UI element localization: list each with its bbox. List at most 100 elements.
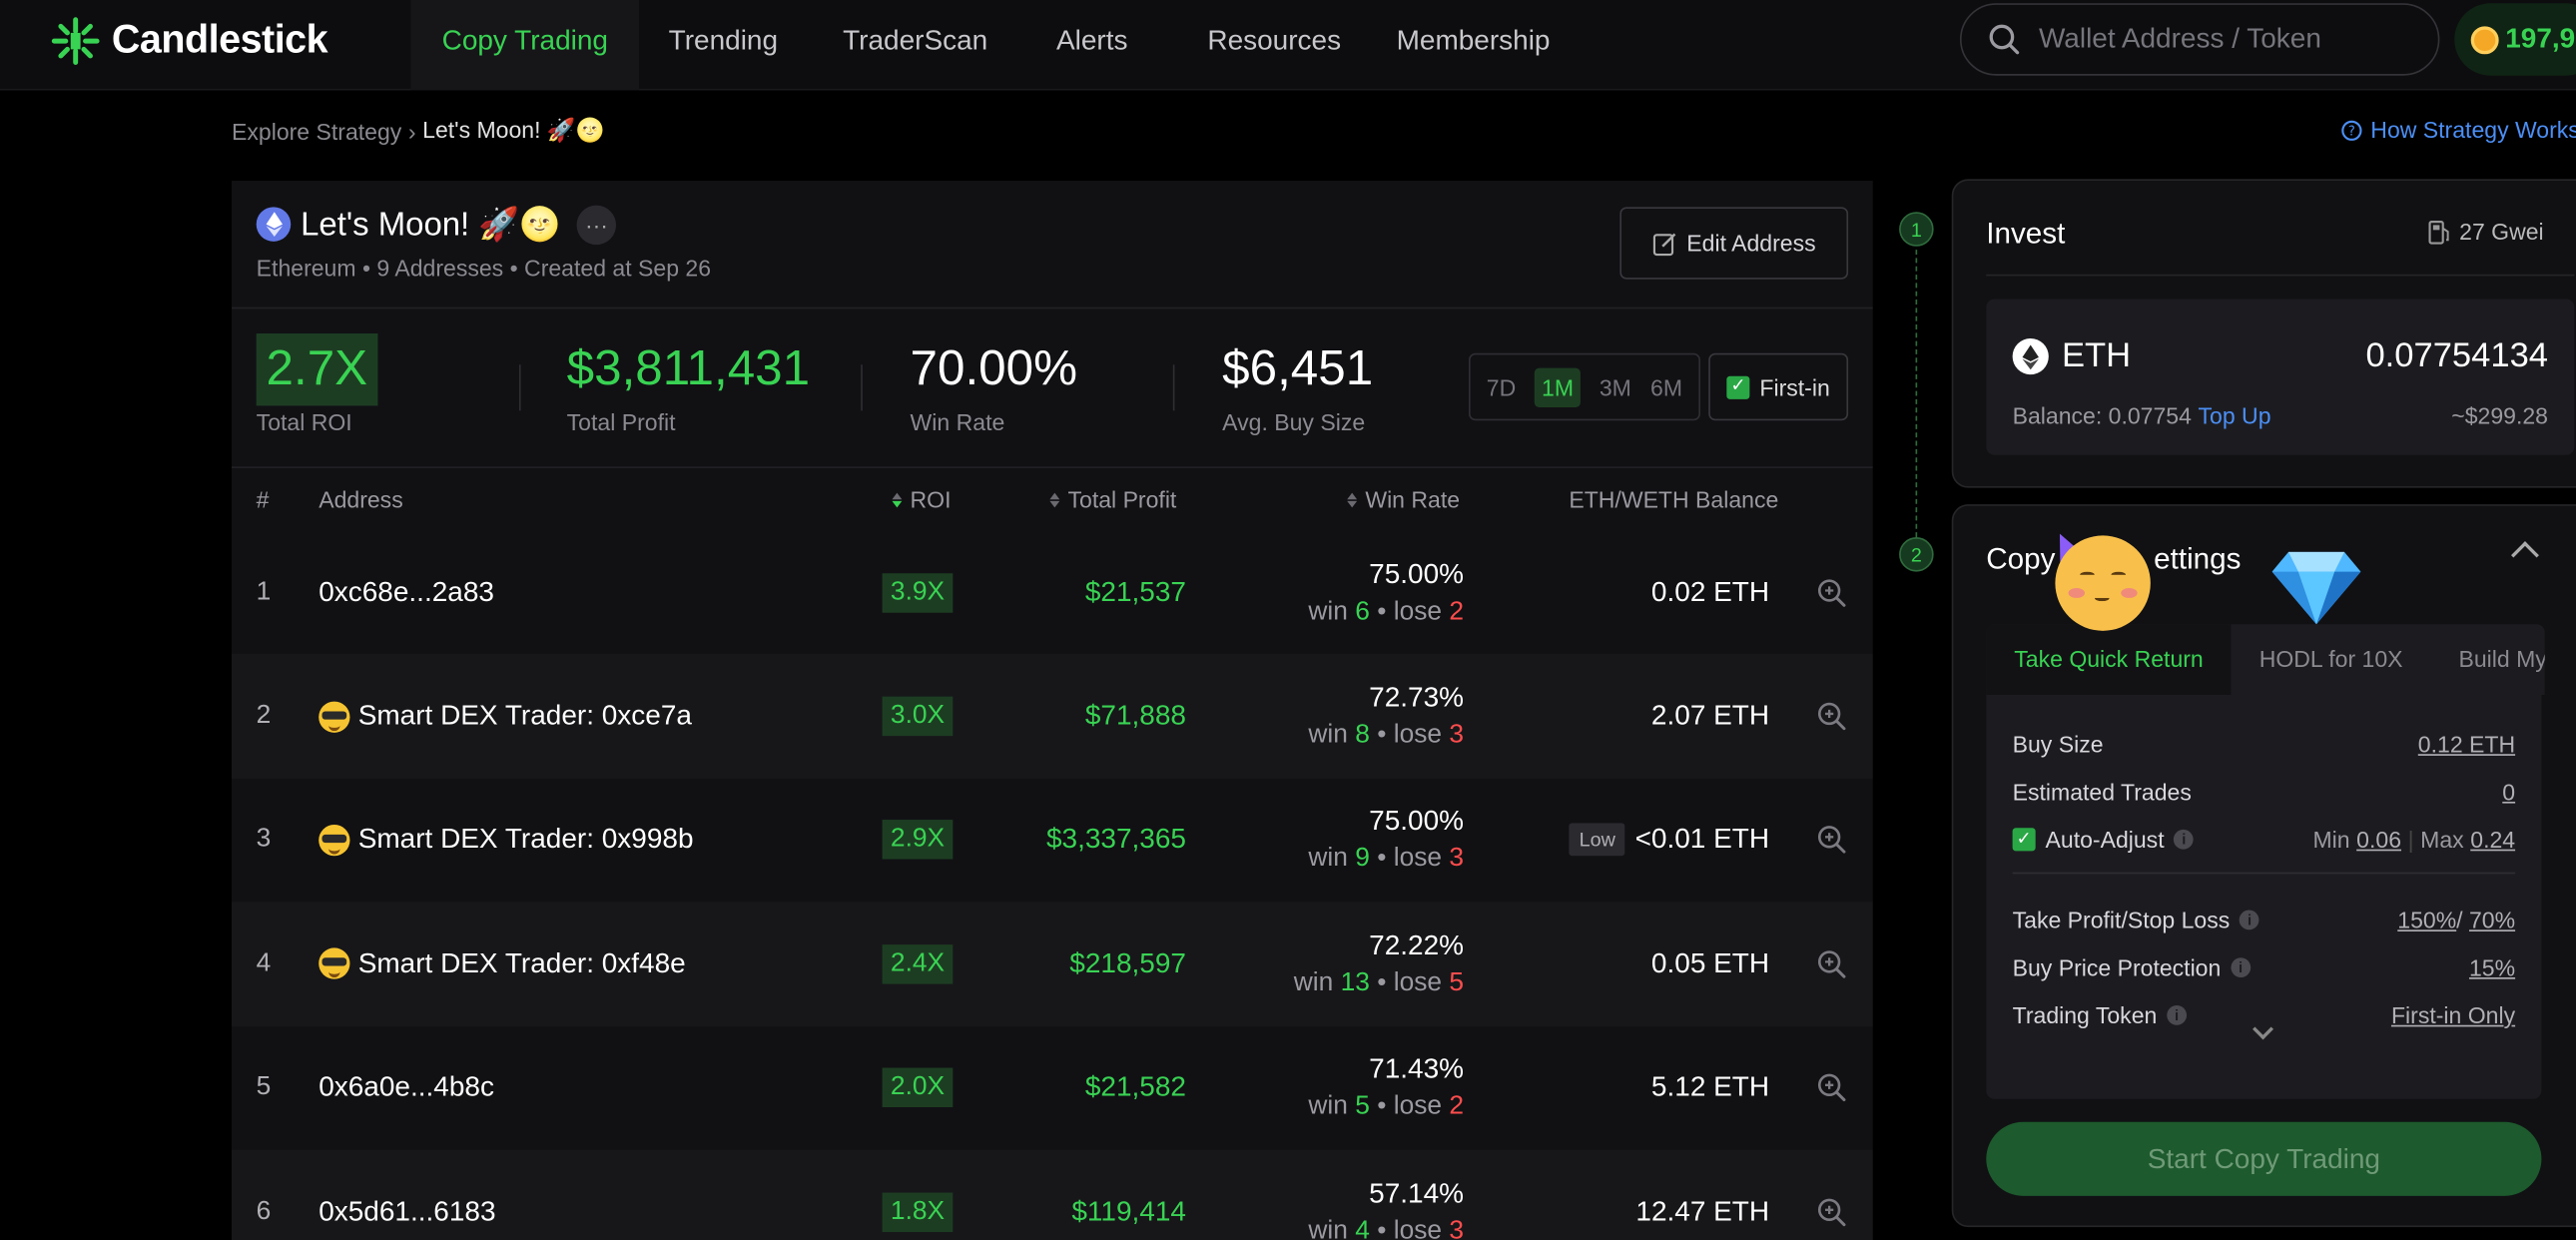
row-win-rate: 75.00% win 6 • lose 2 <box>1308 530 1464 654</box>
usd-value: ~$299.28 <box>2451 402 2549 429</box>
period-3m[interactable]: 3M <box>1600 373 1631 399</box>
buy-price-protection-value[interactable]: 15% <box>2469 954 2515 980</box>
table-row[interactable]: 4 Smart DEX Trader: 0xf48e 2.4X $218,597 72.… <box>232 902 1873 1026</box>
table-row[interactable]: 6 0x5d61...6183 1.8X $119,414 57.14% win 4 • … <box>232 1149 1873 1240</box>
points-value: 197,9 <box>2505 23 2576 55</box>
setting-buy-price-protection: Buy Price Protection i 15% <box>2013 951 2515 984</box>
search-box[interactable] <box>1959 3 2440 76</box>
col-header-roi[interactable]: ROI <box>892 486 952 512</box>
row-index: 5 <box>256 1072 272 1101</box>
buy-size-value[interactable]: 0.12 ETH <box>2418 731 2515 757</box>
first-in-toggle[interactable]: ✓ First-in <box>1708 352 1849 421</box>
lose-count: 2 <box>1449 1092 1465 1121</box>
period-7d[interactable]: 7D <box>1487 373 1516 399</box>
nav-alerts[interactable]: Alerts <box>1056 0 1128 90</box>
logo[interactable]: Candlestick <box>49 15 328 68</box>
info-icon[interactable]: i <box>2174 829 2195 850</box>
zoom-in-icon[interactable] <box>1817 1150 1847 1240</box>
row-balance: 12.47 ETH <box>1635 1150 1769 1240</box>
roi-chip: 3.9X <box>882 572 954 613</box>
period-6m[interactable]: 6M <box>1650 373 1682 399</box>
stat-total-profit: $3,811,431 Total Profit <box>567 333 810 435</box>
divider <box>1986 274 2575 277</box>
trading-token-value[interactable]: First-in Only <box>2391 1002 2515 1028</box>
top-up-link[interactable]: Top Up <box>2199 402 2271 428</box>
row-total-profit: $3,337,365 <box>1045 824 1186 856</box>
row-index: 2 <box>256 701 272 730</box>
nav-resources[interactable]: Resources <box>1207 0 1341 90</box>
min-value[interactable]: 0.06 <box>2356 827 2401 853</box>
win-word: win <box>1308 845 1348 874</box>
row-address[interactable]: Smart DEX Trader: 0xf48e <box>319 903 686 1026</box>
lose-count: 3 <box>1449 721 1465 750</box>
max-value[interactable]: 0.24 <box>2470 827 2515 853</box>
nav-trending[interactable]: Trending <box>669 0 778 90</box>
table-row[interactable]: 1 0xc68e...2a83 3.9X $21,537 75.00% win 6 • l… <box>232 530 1873 654</box>
win-lose-counts: win 4 • lose 3 <box>1308 1217 1464 1240</box>
zoom-in-icon[interactable] <box>1817 903 1847 1026</box>
tab-hodl-for-10x[interactable]: HODL for 10X <box>2232 624 2431 695</box>
strategy-header: Let's Moon! 🚀🌝 ··· Ethereum • 9 Addresse… <box>256 204 711 281</box>
top-nav: Candlestick Copy Trading Trending Trader… <box>0 0 2576 91</box>
win-rate-percent: 57.14% <box>1369 1177 1465 1209</box>
zoom-in-icon[interactable] <box>1817 779 1847 903</box>
zoom-in-icon[interactable] <box>1817 530 1847 654</box>
row-address[interactable]: Smart DEX Trader: 0x998b <box>319 779 694 903</box>
table-row[interactable]: 2 Smart DEX Trader: 0xce7a 3.0X $71,888 72.7… <box>232 654 1873 779</box>
points-badge[interactable]: 197,9 <box>2454 3 2576 76</box>
row-address[interactable]: 0x6a0e...4b8c <box>319 1026 494 1150</box>
nav-copy-trading[interactable]: Copy Trading <box>410 0 640 91</box>
roi-chip: 2.0X <box>882 1067 954 1108</box>
zoom-in-icon[interactable] <box>1817 1026 1847 1150</box>
edit-address-button[interactable]: Edit Address <box>1619 207 1849 280</box>
win-rate-value: 70.00% <box>910 341 1077 396</box>
separator-dot: • <box>1377 845 1387 874</box>
col-header-total-profit[interactable]: Total Profit <box>1049 486 1176 512</box>
period-1m[interactable]: 1M <box>1535 366 1581 407</box>
more-options-button[interactable]: ··· <box>576 204 617 245</box>
zoom-in-icon[interactable] <box>1817 655 1847 779</box>
cool-face-emoji-icon <box>319 824 350 857</box>
info-icon[interactable]: i <box>2167 1004 2187 1025</box>
address-text: 0xc68e...2a83 <box>319 576 494 608</box>
tab-build-my[interactable]: Build My <box>2430 624 2544 695</box>
take-profit-value[interactable]: 150% <box>2397 907 2456 932</box>
row-address[interactable]: Smart DEX Trader: 0xce7a <box>319 655 692 779</box>
row-index: 4 <box>256 948 272 977</box>
win-rate-label: Win Rate <box>910 408 1005 436</box>
info-icon[interactable]: i <box>2231 957 2251 978</box>
estimated-trades-value[interactable]: 0 <box>2502 779 2515 805</box>
token-amount-box[interactable]: ETH 0.07754134 Balance: 0.07754 Top Up ~$… <box>1986 299 2575 455</box>
roi-chip: 3.0X <box>882 696 954 737</box>
table-row[interactable]: 3 Smart DEX Trader: 0x998b 2.9X $3,337,365 7… <box>232 779 1873 903</box>
period-selector: 7D 1M 3M 6M <box>1468 352 1700 421</box>
token-amount[interactable]: 0.07754134 <box>2365 336 2548 375</box>
search-input[interactable] <box>2038 23 2417 56</box>
sort-icon <box>1347 491 1358 507</box>
breadcrumb-parent[interactable]: Explore Strategy <box>232 118 401 144</box>
win-count: 4 <box>1355 1216 1370 1240</box>
info-icon[interactable]: i <box>2240 910 2259 930</box>
tab-take-quick-return[interactable]: Take Quick Return <box>1986 624 2232 696</box>
collapse-chevron-icon[interactable] <box>2511 541 2539 570</box>
row-address[interactable]: 0xc68e...2a83 <box>319 530 494 654</box>
stop-loss-value[interactable]: 70% <box>2469 907 2515 932</box>
row-roi: 3.9X <box>882 530 954 654</box>
nav-membership[interactable]: Membership <box>1397 0 1551 90</box>
start-copy-trading-button[interactable]: Start Copy Trading <box>1986 1121 2542 1196</box>
trading-token-label: Trading Token <box>2012 1001 2158 1029</box>
balance-value: <0.01 ETH <box>1634 824 1770 856</box>
avg-buy-size-label: Avg. Buy Size <box>1222 408 1366 436</box>
roi-chip: 1.8X <box>882 1191 954 1232</box>
table-row[interactable]: 5 0x6a0e...4b8c 2.0X $21,582 71.43% win 5 • l… <box>232 1026 1873 1150</box>
total-profit-value: $3,811,431 <box>566 341 811 396</box>
step-connector <box>1915 250 1918 538</box>
svg-text:?: ? <box>2348 124 2355 139</box>
row-address[interactable]: 0x5d61...6183 <box>319 1150 495 1240</box>
row-balance: 2.07 ETH <box>1651 655 1769 779</box>
nav-traderscan[interactable]: TraderScan <box>843 0 987 90</box>
how-strategy-works-link[interactable]: ? How Strategy Works <box>2341 117 2576 143</box>
auto-adjust-checkbox[interactable]: ✓ <box>2012 828 2036 852</box>
col-header-win-rate[interactable]: Win Rate <box>1347 486 1460 512</box>
roi-chip: 2.4X <box>882 943 954 984</box>
